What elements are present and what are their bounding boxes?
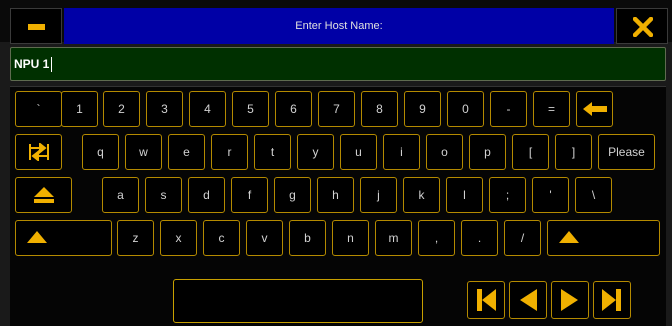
key-7[interactable]: 7 (318, 91, 355, 127)
cursor-left-button[interactable] (509, 281, 547, 319)
key-i[interactable]: i (383, 134, 420, 170)
key-right-bracket[interactable]: ] (555, 134, 592, 170)
key-3[interactable]: 3 (146, 91, 183, 127)
cursor-end-button[interactable] (593, 281, 631, 319)
key-s[interactable]: s (145, 177, 182, 213)
cursor-right-button[interactable] (551, 281, 589, 319)
key-j[interactable]: j (360, 177, 397, 213)
tab-key[interactable] (15, 134, 62, 170)
dialog-title: Enter Host Name: (64, 8, 614, 44)
arrow-left-icon (520, 289, 537, 311)
key-6[interactable]: 6 (275, 91, 312, 127)
caps-lock-key[interactable] (15, 177, 72, 213)
key-backtick[interactable]: ` (15, 91, 62, 127)
close-button[interactable] (616, 8, 668, 44)
key-r[interactable]: r (211, 134, 248, 170)
key-period[interactable]: . (461, 220, 498, 256)
on-screen-keyboard: ` 1 2 3 4 5 6 7 8 9 0 - = q w e r t y u … (10, 86, 666, 326)
key-k[interactable]: k (403, 177, 440, 213)
key-f[interactable]: f (231, 177, 268, 213)
key-x[interactable]: x (160, 220, 197, 256)
text-caret (51, 56, 53, 72)
eject-caps-icon (33, 187, 54, 203)
key-q[interactable]: q (82, 134, 119, 170)
shift-up-icon (559, 231, 579, 243)
key-w[interactable]: w (125, 134, 162, 170)
host-name-input[interactable]: NPU 1 (10, 47, 666, 81)
key-n[interactable]: n (332, 220, 369, 256)
key-minus[interactable]: - (490, 91, 527, 127)
key-a[interactable]: a (102, 177, 139, 213)
title-bar: Enter Host Name: (0, 0, 672, 44)
key-t[interactable]: t (254, 134, 291, 170)
key-u[interactable]: u (340, 134, 377, 170)
skip-start-icon (477, 289, 496, 311)
key-b[interactable]: b (289, 220, 326, 256)
key-slash[interactable]: / (504, 220, 541, 256)
arrow-right-icon (561, 289, 578, 311)
key-9[interactable]: 9 (404, 91, 441, 127)
arrow-left-icon (582, 102, 607, 116)
shift-up-icon (27, 231, 47, 243)
key-z[interactable]: z (117, 220, 154, 256)
key-0[interactable]: 0 (447, 91, 484, 127)
key-apostrophe[interactable]: ' (532, 177, 569, 213)
key-l[interactable]: l (446, 177, 483, 213)
close-x-icon (633, 17, 653, 37)
skip-end-icon (602, 289, 621, 311)
please-key[interactable]: Please (598, 134, 655, 170)
key-5[interactable]: 5 (232, 91, 269, 127)
key-4[interactable]: 4 (189, 91, 226, 127)
cursor-start-button[interactable] (467, 281, 505, 319)
right-shift-key[interactable] (547, 220, 660, 256)
key-backslash[interactable]: \ (575, 177, 612, 213)
minimize-button[interactable] (10, 8, 62, 44)
backspace-key[interactable] (576, 91, 613, 127)
key-2[interactable]: 2 (103, 91, 140, 127)
space-bar[interactable] (173, 279, 423, 323)
tab-icon (28, 143, 49, 161)
key-left-bracket[interactable]: [ (512, 134, 549, 170)
key-1[interactable]: 1 (61, 91, 98, 127)
key-semicolon[interactable]: ; (489, 177, 526, 213)
key-p[interactable]: p (469, 134, 506, 170)
key-8[interactable]: 8 (361, 91, 398, 127)
key-y[interactable]: y (297, 134, 334, 170)
key-c[interactable]: c (203, 220, 240, 256)
key-g[interactable]: g (274, 177, 311, 213)
key-v[interactable]: v (246, 220, 283, 256)
key-e[interactable]: e (168, 134, 205, 170)
host-name-value: NPU 1 (14, 57, 50, 71)
key-m[interactable]: m (375, 220, 412, 256)
key-h[interactable]: h (317, 177, 354, 213)
minus-icon (28, 24, 45, 30)
key-equals[interactable]: = (533, 91, 570, 127)
key-comma[interactable]: , (418, 220, 455, 256)
key-d[interactable]: d (188, 177, 225, 213)
key-o[interactable]: o (426, 134, 463, 170)
left-shift-key[interactable] (15, 220, 112, 256)
